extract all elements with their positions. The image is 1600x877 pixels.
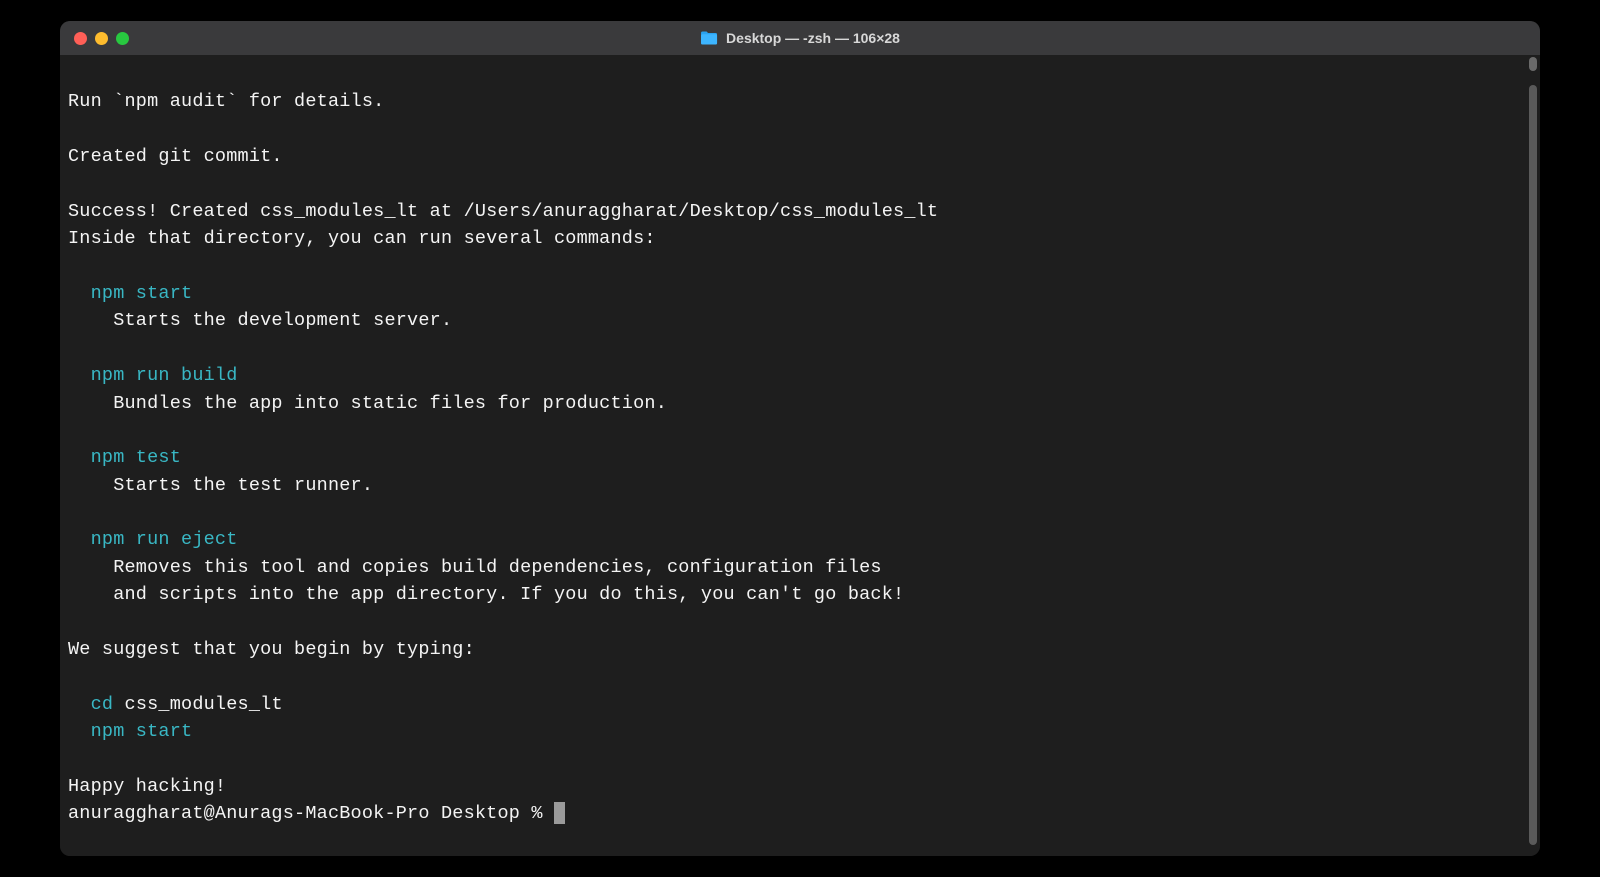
output-line: We suggest that you begin by typing:	[68, 639, 475, 660]
shell-prompt: anuraggharat@Anurags-MacBook-Pro Desktop…	[68, 803, 554, 824]
output-line: Inside that directory, you can run sever…	[68, 228, 656, 249]
folder-icon	[700, 31, 718, 45]
window-title-text: Desktop — -zsh — 106×28	[726, 30, 900, 46]
output-line: Happy hacking!	[68, 776, 226, 797]
scrollbar[interactable]	[1529, 85, 1537, 845]
output-line: Created git commit.	[68, 146, 283, 167]
output-line: Run `npm audit` for details.	[68, 91, 384, 112]
maximize-button[interactable]	[116, 32, 129, 45]
output-line: Starts the development server.	[68, 310, 452, 331]
npm-test-cmd: npm test	[68, 447, 181, 468]
terminal-window: Desktop — -zsh — 106×28 Run `npm audit` …	[60, 21, 1540, 856]
terminal-body[interactable]: Run `npm audit` for details. Created git…	[60, 55, 1540, 856]
cd-arg: css_modules_lt	[113, 694, 283, 715]
output-line: and scripts into the app directory. If y…	[68, 584, 904, 605]
output-line: Starts the test runner.	[68, 475, 373, 496]
npm-run-build-cmd: npm run build	[68, 365, 238, 386]
npm-start-cmd: npm start	[68, 283, 192, 304]
npm-run-eject-cmd: npm run eject	[68, 529, 238, 550]
npm-start-suggest: npm start	[68, 721, 192, 742]
output-line: Removes this tool and copies build depen…	[68, 557, 882, 578]
terminal-output: Run `npm audit` for details. Created git…	[68, 61, 1532, 828]
titlebar[interactable]: Desktop — -zsh — 106×28	[60, 21, 1540, 55]
close-button[interactable]	[74, 32, 87, 45]
scrollbar-top[interactable]	[1529, 57, 1537, 71]
output-line: Bundles the app into static files for pr…	[68, 393, 667, 414]
cd-cmd: cd	[68, 694, 113, 715]
minimize-button[interactable]	[95, 32, 108, 45]
output-line: Success! Created css_modules_lt at /User…	[68, 201, 938, 222]
traffic-lights	[74, 32, 129, 45]
window-title: Desktop — -zsh — 106×28	[700, 30, 900, 46]
cursor[interactable]	[554, 802, 565, 824]
